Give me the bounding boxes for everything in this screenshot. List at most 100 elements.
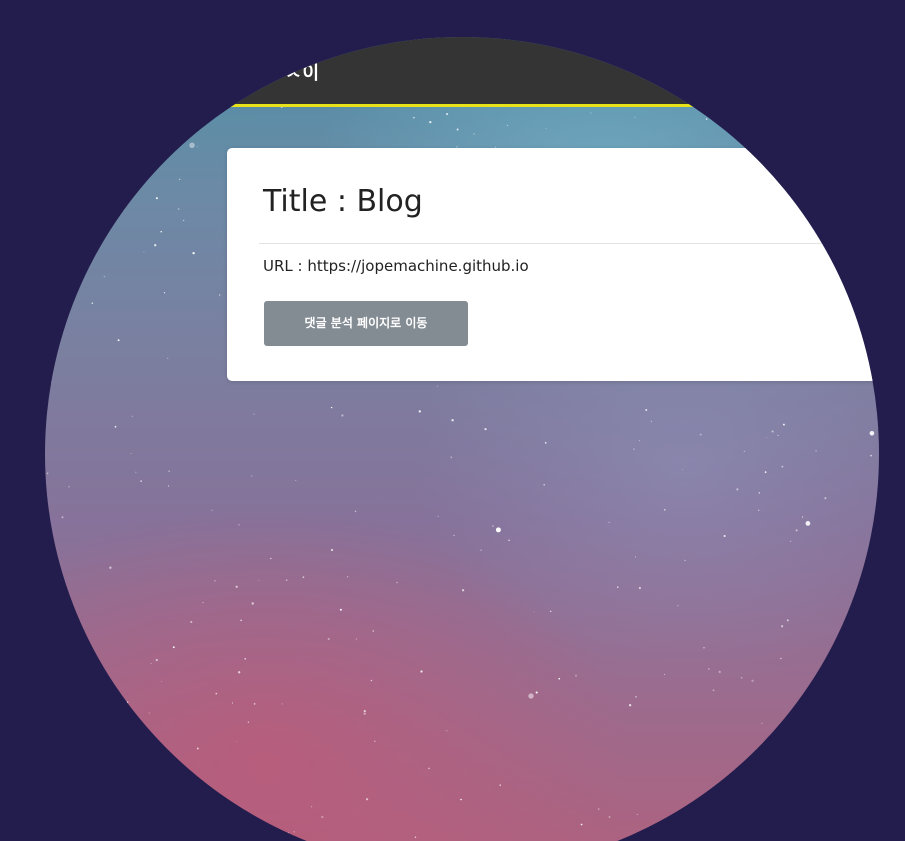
star: [155, 658, 158, 662]
star: [699, 433, 702, 436]
star: [460, 798, 462, 801]
star: [429, 120, 432, 124]
star: [869, 431, 875, 436]
star: [790, 540, 792, 542]
star: [691, 808, 694, 811]
star: [781, 465, 784, 468]
star: [815, 449, 817, 452]
star: [177, 208, 180, 211]
star: [550, 610, 552, 613]
star: [758, 509, 760, 511]
blog-title: Title : Blog: [263, 184, 423, 219]
star: [849, 112, 852, 114]
star: [253, 703, 256, 705]
star: [580, 823, 583, 826]
star: [119, 142, 122, 145]
star: [677, 605, 679, 607]
star: [638, 586, 641, 590]
star: [231, 702, 234, 704]
star: [354, 510, 357, 513]
star: [70, 277, 72, 278]
star: [192, 251, 195, 255]
star: [782, 423, 785, 426]
star: [820, 131, 824, 134]
star: [114, 425, 117, 428]
star: [707, 668, 710, 670]
star: [456, 128, 459, 131]
star: [870, 454, 872, 457]
star: [140, 480, 142, 482]
star: [436, 385, 438, 387]
star: [851, 814, 854, 817]
star: [235, 585, 238, 588]
star: [634, 556, 637, 558]
star: [238, 671, 241, 674]
star: [723, 534, 726, 538]
star: [414, 836, 417, 838]
star: [492, 525, 494, 527]
star: [777, 435, 779, 436]
star: [764, 471, 767, 473]
star: [240, 619, 242, 622]
star: [148, 118, 150, 120]
star: [196, 747, 199, 750]
star: [293, 831, 295, 833]
star: [823, 689, 825, 691]
go-to-comment-analysis-button[interactable]: 댓글 분석 페이지로 이동: [264, 301, 468, 346]
star: [800, 718, 802, 720]
star: [848, 715, 853, 720]
star: [113, 158, 115, 160]
star: [363, 712, 366, 715]
star: [802, 516, 804, 518]
star: [786, 619, 789, 622]
star: [780, 625, 784, 628]
star: [179, 178, 181, 181]
star: [558, 677, 561, 680]
star: [281, 703, 283, 705]
star: [795, 529, 798, 532]
star: [780, 657, 782, 660]
star: [761, 722, 763, 724]
star: [341, 414, 344, 417]
star: [214, 580, 216, 582]
star: [758, 492, 761, 494]
star: [598, 808, 600, 810]
star: [202, 602, 204, 604]
star: [870, 609, 873, 612]
star: [330, 548, 334, 552]
star: [736, 488, 739, 491]
star: [528, 693, 534, 699]
star: [131, 415, 134, 418]
star: [590, 112, 592, 114]
star: [251, 602, 254, 605]
star: [190, 620, 193, 624]
star: [543, 484, 545, 486]
star: [508, 539, 510, 542]
star: [753, 785, 756, 788]
star: [771, 735, 774, 738]
star: [122, 208, 125, 211]
star: [877, 117, 879, 119]
site-title[interactable]: ㅅ이: [285, 59, 320, 85]
star: [321, 815, 324, 819]
star: [374, 740, 376, 742]
star: [113, 150, 116, 153]
blog-card: Title : Blog URL : https://jopemachine.g…: [227, 148, 879, 381]
star: [253, 413, 255, 415]
star: [196, 146, 198, 148]
star: [575, 674, 577, 677]
star: [168, 470, 170, 473]
star: [608, 521, 610, 523]
star: [495, 527, 501, 533]
star: [751, 679, 754, 682]
star: [270, 557, 272, 560]
star: [682, 469, 684, 471]
star: [161, 680, 162, 682]
star: [285, 579, 288, 581]
star: [172, 646, 175, 649]
star: [295, 479, 297, 481]
star: [155, 197, 158, 200]
star: [418, 410, 421, 413]
star: [116, 213, 119, 217]
star: [451, 419, 454, 422]
